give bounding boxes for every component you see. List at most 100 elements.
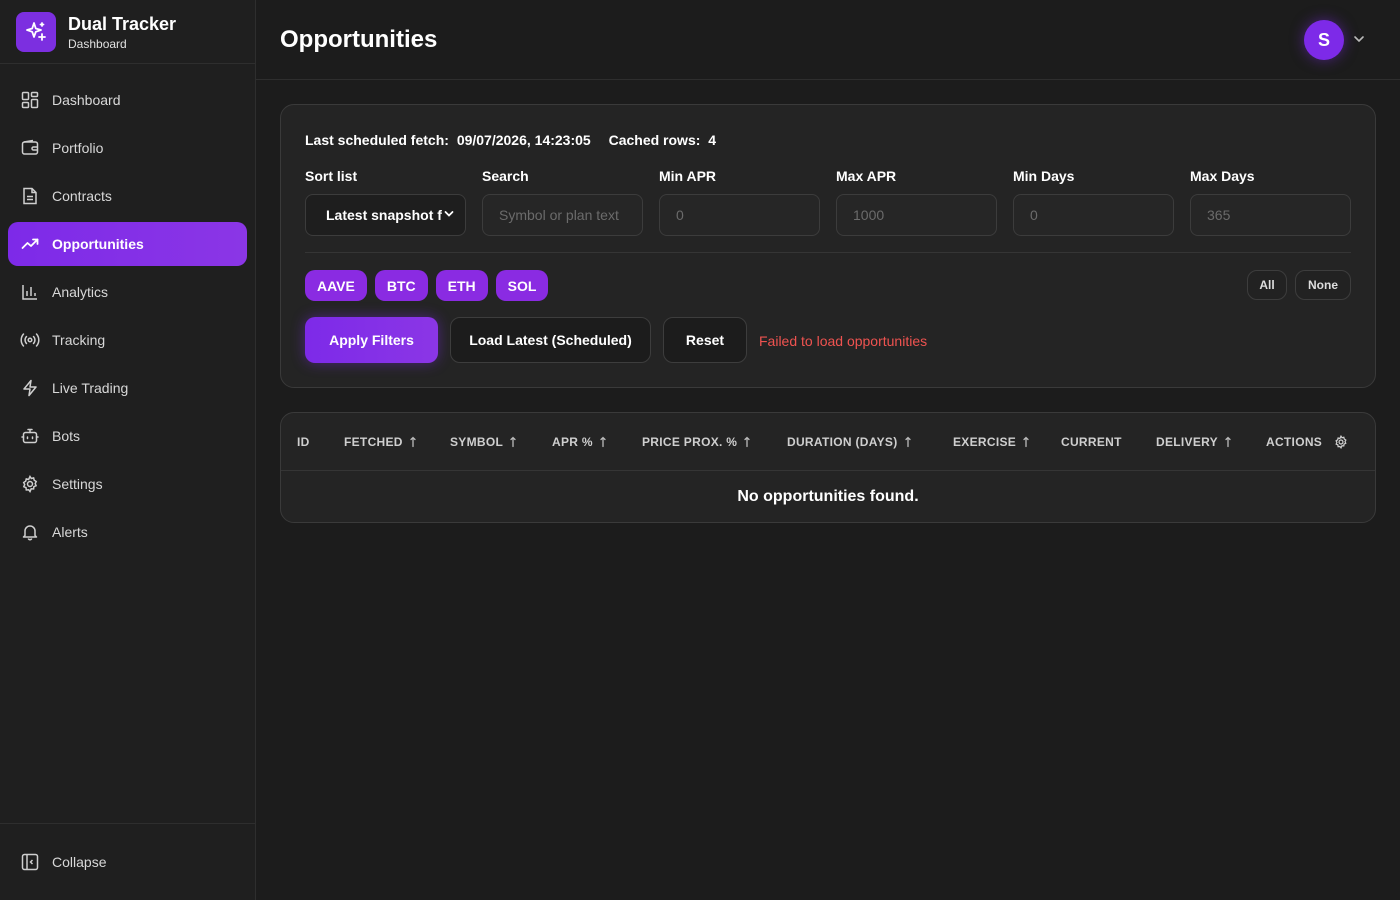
sidebar-item-label: Dashboard — [52, 92, 121, 108]
min-apr-field: Min APR 0 — [659, 168, 820, 236]
sidebar-item-settings[interactable]: Settings — [8, 462, 247, 506]
column-header-id[interactable]: ID — [297, 435, 310, 449]
trending-up-icon — [20, 234, 40, 254]
column-header-current[interactable]: CURRENT — [1061, 435, 1122, 449]
max-apr-field: Max APR 1000 — [836, 168, 997, 236]
error-message: Failed to load opportunities — [759, 333, 928, 349]
collapse-button[interactable]: Collapse — [0, 823, 255, 900]
gear-icon[interactable] — [1334, 435, 1348, 449]
sidebar-item-label: Tracking — [52, 332, 106, 348]
min-apr-label: Min APR — [659, 168, 717, 184]
sort-label: Sort list — [305, 168, 358, 184]
fetch-label: Last scheduled fetch: — [305, 132, 449, 148]
sidebar: Dual Tracker Dashboard Dashboard Portfol… — [0, 0, 256, 900]
sort-icon — [1022, 436, 1030, 448]
bot-icon — [20, 426, 40, 446]
search-label: Search — [482, 168, 529, 184]
chevron-down-icon[interactable] — [1352, 32, 1366, 46]
rows-value: 4 — [708, 132, 717, 148]
table-header: ID FETCHED SYMBOL APR % PRICE PROX. % DU… — [281, 413, 1375, 471]
sidebar-item-label: Opportunities — [52, 236, 144, 252]
max-days-input[interactable]: 365 — [1190, 194, 1351, 236]
sidebar-item-label: Portfolio — [52, 140, 104, 156]
search-field: Search Symbol or plan text — [482, 168, 643, 236]
zap-icon — [20, 378, 40, 398]
sparkles-icon — [16, 11, 56, 52]
sort-select[interactable]: Latest snapshot f — [305, 194, 466, 236]
empty-state: No opportunities found. — [737, 488, 919, 505]
sort-select-value: Latest snapshot f — [326, 207, 442, 223]
sidebar-item-label: Contracts — [52, 188, 112, 204]
select-all-button[interactable]: All — [1247, 270, 1287, 300]
sort-icon — [509, 436, 517, 448]
brand: Dual Tracker Dashboard — [0, 0, 255, 64]
select-none-button[interactable]: None — [1295, 270, 1351, 300]
sidebar-item-label: Analytics — [52, 284, 109, 300]
sidebar-item-analytics[interactable]: Analytics — [8, 270, 247, 314]
rows-label: Cached rows: — [608, 132, 701, 148]
file-icon — [20, 186, 40, 206]
bar-chart-icon — [20, 282, 40, 302]
apply-filters-button[interactable]: Apply Filters — [305, 317, 438, 363]
filters-panel: Last scheduled fetch: 09/07/2026, 14:23:… — [280, 104, 1376, 388]
reset-button[interactable]: Reset — [663, 317, 747, 363]
sort-icon — [409, 436, 417, 448]
sidebar-item-label: Live Trading — [52, 380, 129, 396]
sidebar-item-contracts[interactable]: Contracts — [8, 174, 247, 218]
max-apr-label: Max APR — [836, 168, 897, 184]
column-header-duration[interactable]: DURATION (DAYS) — [787, 435, 912, 449]
sidebar-item-tracking[interactable]: Tracking — [8, 318, 247, 362]
brand-subtitle: Dashboard — [68, 36, 127, 51]
max-days-field: Max Days 365 — [1190, 168, 1351, 236]
sort-icon — [599, 436, 607, 448]
sort-icon — [904, 436, 912, 448]
collapse-label: Collapse — [52, 854, 107, 870]
column-header-actions: ACTIONS — [1266, 435, 1348, 449]
layout-grid-icon — [20, 90, 40, 110]
sidebar-item-opportunities[interactable]: Opportunities — [8, 222, 247, 266]
divider — [305, 252, 1351, 253]
sidebar-item-portfolio[interactable]: Portfolio — [8, 126, 247, 170]
panel-left-icon — [20, 852, 40, 872]
sidebar-item-dashboard[interactable]: Dashboard — [8, 78, 247, 122]
symbol-chip-eth[interactable]: ETH — [435, 270, 488, 301]
sort-icon — [1224, 436, 1232, 448]
min-days-input[interactable]: 0 — [1013, 194, 1174, 236]
sidebar-item-alerts[interactable]: Alerts — [8, 510, 247, 554]
page-header: Opportunities S — [256, 0, 1400, 80]
opportunities-table: ID FETCHED SYMBOL APR % PRICE PROX. % DU… — [280, 412, 1376, 523]
radio-icon — [20, 330, 40, 350]
symbol-chip-sol[interactable]: SOL — [495, 270, 549, 301]
symbol-chip-btc[interactable]: BTC — [374, 270, 428, 301]
avatar[interactable]: S — [1304, 20, 1344, 60]
min-apr-input[interactable]: 0 — [659, 194, 820, 236]
max-days-label: Max Days — [1190, 168, 1255, 184]
column-header-fetched[interactable]: FETCHED — [344, 435, 417, 449]
bell-icon — [20, 522, 40, 542]
load-latest-button[interactable]: Load Latest (Scheduled) — [450, 317, 651, 363]
max-apr-input[interactable]: 1000 — [836, 194, 997, 236]
search-input[interactable]: Symbol or plan text — [482, 194, 643, 236]
column-header-exercise[interactable]: EXERCISE — [953, 435, 1030, 449]
fetch-value: 09/07/2026, 14:23:05 — [456, 132, 591, 148]
brand-title: Dual Tracker — [68, 13, 177, 34]
sidebar-item-label: Settings — [52, 476, 103, 492]
sidebar-item-bots[interactable]: Bots — [8, 414, 247, 458]
chevron-down-icon — [443, 207, 455, 223]
symbol-chip-aave[interactable]: AAVE — [305, 270, 367, 301]
sidebar-item-live-trading[interactable]: Live Trading — [8, 366, 247, 410]
fetch-status: Last scheduled fetch: 09/07/2026, 14:23:… — [305, 132, 720, 148]
column-header-price-prox[interactable]: PRICE PROX. % — [642, 435, 751, 449]
sort-field: Sort list Latest snapshot f — [305, 168, 466, 236]
page-title: Opportunities — [280, 25, 438, 53]
sidebar-item-label: Bots — [52, 428, 81, 444]
sidebar-item-label: Alerts — [52, 524, 88, 540]
sidebar-nav: Dashboard Portfolio Contracts Opportunit… — [0, 64, 255, 554]
column-header-symbol[interactable]: SYMBOL — [450, 435, 517, 449]
min-days-field: Min Days 0 — [1013, 168, 1174, 236]
column-header-delivery[interactable]: DELIVERY — [1156, 435, 1232, 449]
wallet-icon — [20, 138, 40, 158]
gear-icon — [20, 474, 40, 494]
sort-icon — [743, 436, 751, 448]
column-header-apr[interactable]: APR % — [552, 435, 607, 449]
